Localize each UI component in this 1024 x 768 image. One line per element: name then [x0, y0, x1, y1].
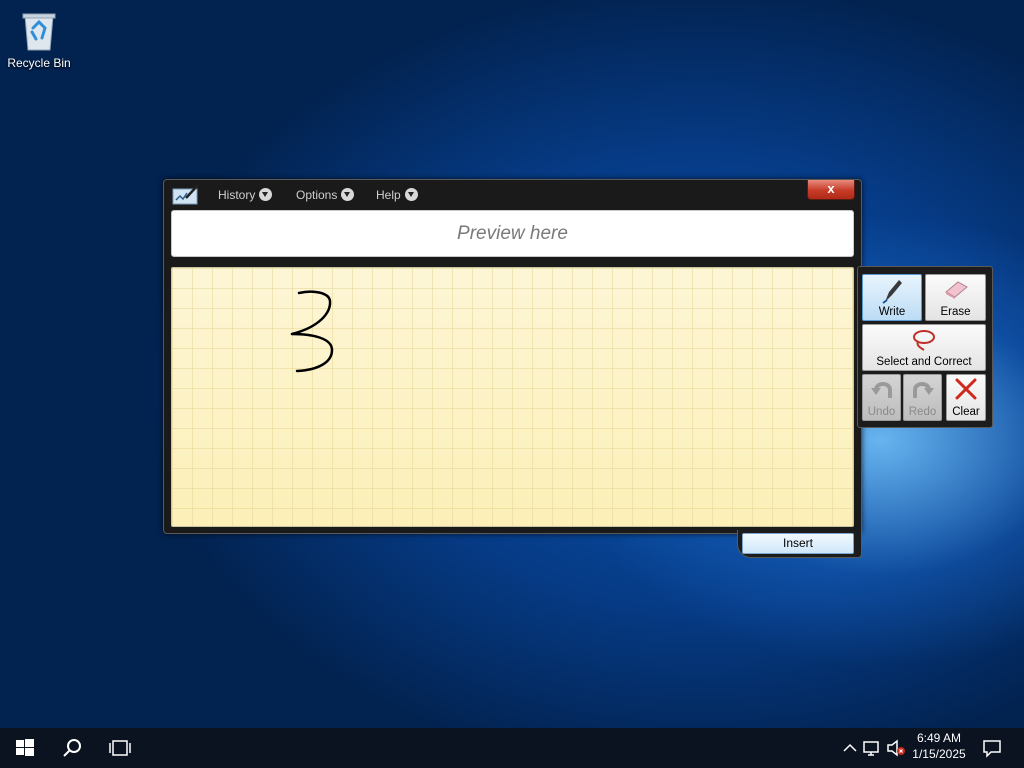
- close-icon: x: [827, 181, 835, 196]
- tool-panel: Write Erase Select and Correct Undo Redo: [857, 266, 993, 428]
- network-icon[interactable]: [860, 736, 884, 760]
- redo-label: Redo: [908, 406, 937, 418]
- lasso-icon: [913, 330, 935, 351]
- select-correct-button[interactable]: Select and Correct: [862, 324, 986, 371]
- notification-icon[interactable]: [980, 736, 1004, 760]
- chevron-down-icon: [404, 188, 418, 201]
- history-menu[interactable]: History: [218, 188, 273, 202]
- eraser-icon: [944, 281, 968, 299]
- chevron-down-icon: [259, 188, 273, 201]
- clock-date: 1/15/2025: [912, 747, 966, 761]
- redo-icon: [912, 382, 934, 398]
- undo-icon: [870, 382, 892, 398]
- erase-button[interactable]: Erase: [925, 274, 986, 321]
- clock-time: 6:49 AM: [916, 731, 962, 745]
- handwritten-stroke: [290, 290, 334, 373]
- history-menu-label: History: [218, 188, 256, 202]
- erase-label: Erase: [940, 306, 971, 318]
- taskbar: 6:49 AM 1/15/2025: [0, 728, 1024, 768]
- start-icon[interactable]: [13, 736, 37, 760]
- select-correct-label: Select and Correct: [876, 356, 972, 368]
- options-menu[interactable]: Options: [296, 188, 355, 202]
- redo-button[interactable]: Redo: [903, 374, 942, 421]
- undo-label: Undo: [867, 406, 896, 418]
- help-menu-label: Help: [376, 188, 401, 202]
- help-menu[interactable]: Help: [376, 188, 418, 202]
- insert-button[interactable]: Insert: [742, 533, 854, 554]
- recycle-bin[interactable]: Recycle Bin: [2, 6, 76, 70]
- volume-muted-icon[interactable]: [884, 736, 908, 760]
- title-bar: History Options Help x: [164, 180, 861, 210]
- recycle-bin-label: Recycle Bin: [7, 56, 71, 70]
- options-menu-label: Options: [296, 188, 338, 202]
- undo-button[interactable]: Undo: [862, 374, 901, 421]
- chevron-down-icon: [341, 188, 355, 201]
- preview-area: Preview here: [171, 210, 854, 257]
- chevron-up-icon[interactable]: [838, 736, 862, 760]
- write-label: Write: [878, 306, 906, 318]
- task-view-icon[interactable]: [108, 736, 132, 760]
- input-panel-icon: [172, 184, 200, 206]
- search-icon[interactable]: [60, 736, 84, 760]
- clock[interactable]: 6:49 AM 1/15/2025: [906, 731, 972, 761]
- writing-pad[interactable]: [171, 267, 854, 527]
- input-panel-window: History Options Help x Preview here: [163, 179, 862, 534]
- clear-label: Clear: [952, 406, 980, 418]
- write-button[interactable]: Write: [862, 274, 922, 321]
- recycle-bin-icon: [20, 8, 58, 52]
- clear-button[interactable]: Clear: [946, 374, 986, 421]
- close-button[interactable]: x: [807, 180, 855, 200]
- pen-icon: [882, 280, 902, 304]
- clear-x-icon: [955, 378, 977, 400]
